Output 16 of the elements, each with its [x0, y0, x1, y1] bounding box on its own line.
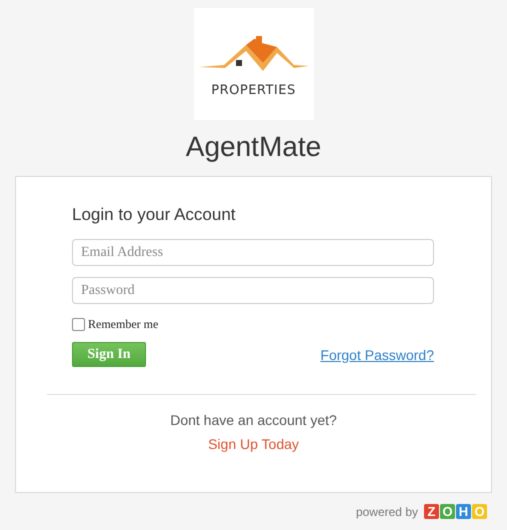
logo-text: PROPERTIES [211, 83, 296, 98]
signup-prompt: Dont have an account yet? [170, 412, 337, 428]
remember-checkbox[interactable] [72, 318, 85, 331]
app-title: AgentMate [186, 130, 322, 164]
brand-letter-tile: H [456, 504, 471, 519]
powered-by-text: powered by [356, 504, 418, 518]
brand-letter-tile: O [472, 504, 487, 519]
remember-label: Remember me [88, 317, 158, 332]
input-field[interactable]: Email Address [72, 239, 434, 266]
form-heading: Login to your Account [72, 205, 237, 225]
sign-up-link[interactable]: Sign Up Today [208, 436, 299, 452]
forgot-password-link[interactable]: Forgot Password? [320, 346, 434, 362]
sign-in-button[interactable]: Sign In [72, 342, 146, 367]
brand-letter-tile: O [440, 504, 455, 519]
input-field[interactable]: Password [72, 277, 434, 304]
brand-letter-tile: Z [424, 504, 439, 519]
